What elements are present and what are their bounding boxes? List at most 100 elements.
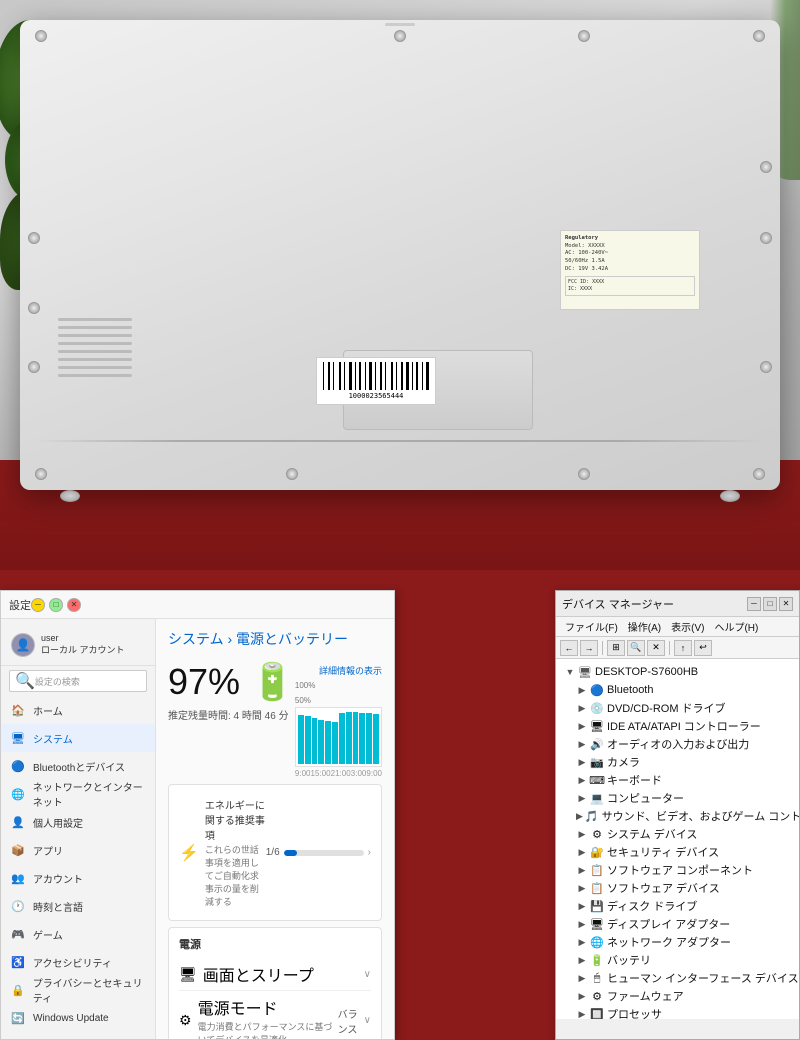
tree-item-battery[interactable]: ▶ 🔋 バッテリ [556, 951, 799, 969]
tree-item-dvd[interactable]: ▶ 💿 DVD/CD-ROM ドライブ [556, 699, 799, 717]
user-section: 👤 user ローカル アカウント [1, 627, 155, 666]
network2-label: ネットワーク アダプター [607, 934, 731, 950]
sidebar-item-network[interactable]: 🌐 ネットワークとインターネット [1, 780, 155, 808]
sidebar-item-personal[interactable]: 👤 個人用設定 [1, 808, 155, 836]
toolbar-properties[interactable]: ⊞ [607, 640, 625, 656]
root-expand-icon: ▼ [564, 666, 576, 678]
sidebar-item-privacy[interactable]: 🔒 プライバシーとセキュリティ [1, 976, 155, 1004]
menu-view[interactable]: 表示(V) [666, 619, 709, 634]
search-icon: 🔍 [15, 671, 35, 691]
display-expand-icon: ▶ [576, 918, 588, 930]
sidebar-item-bluetooth[interactable]: 🔵 Bluetoothとデバイス [1, 752, 155, 780]
tree-item-bluetooth[interactable]: ▶ 🔵 Bluetooth [556, 681, 799, 699]
tree-item-hid[interactable]: ▶ 🖱 ヒューマン インターフェース デバイス [556, 969, 799, 987]
settings-sidebar: 👤 user ローカル アカウント 🔍 設定の検索 🏠 ホーム [1, 619, 156, 1039]
camera-icon: 📷 [590, 755, 604, 769]
power-mode-row[interactable]: ⚙ 電源モード 電力消費とパフォーマンスに基づいてデバイスを最適化 バランス ∨ [179, 991, 371, 1039]
hid-expand-icon: ▶ [576, 972, 588, 984]
devmgr-maximize[interactable]: □ [763, 597, 777, 611]
power-section: 電源 🖥 画面とスリープ ∨ ⚙ 電源モード 電力消 [168, 927, 382, 1039]
devmgr-tree: ▼ 🖥 DESKTOP-S7600HB ▶ 🔵 Bluetooth ▶ 💿 DV… [556, 659, 799, 1019]
system-icon: 🖥 [11, 731, 25, 745]
settings-title-text: 設定 [9, 597, 31, 613]
keyboard-expand-icon: ▶ [576, 774, 588, 786]
devmgr-close[interactable]: ✕ [779, 597, 793, 611]
computer-expand-icon: ▶ [576, 792, 588, 804]
estimated-time: 推定残量時間: 4 時間 46 分 [168, 707, 295, 722]
audio-icon: 🔊 [590, 737, 604, 751]
camera-label: カメラ [607, 754, 640, 770]
tree-root[interactable]: ▼ 🖥 DESKTOP-S7600HB [556, 663, 799, 681]
sidebar-item-system[interactable]: 🖥 システム [1, 724, 155, 752]
close-button[interactable]: ✕ [67, 598, 81, 612]
hid-label: ヒューマン インターフェース デバイス [607, 970, 799, 986]
ide-label: IDE ATA/ATAPI コントローラー [607, 718, 761, 734]
system-expand-icon: ▶ [576, 828, 588, 840]
devmgr-minimize[interactable]: ─ [747, 597, 761, 611]
search-box[interactable]: 🔍 設定の検索 [9, 670, 147, 692]
tree-item-disk[interactable]: ▶ 💾 ディスク ドライブ [556, 897, 799, 915]
menu-file[interactable]: ファイル(F) [560, 619, 623, 634]
detail-link[interactable]: 詳細情報の表示 [319, 666, 382, 676]
tree-item-keyboard[interactable]: ▶ ⌨ キーボード [556, 771, 799, 789]
tree-item-firmware[interactable]: ▶ ⚙ ファームウェア [556, 987, 799, 1005]
graph-y-50: 50% [295, 696, 311, 705]
display-label: ディスプレイ アダプター [607, 916, 730, 932]
settings-window: 設定 ─ □ ✕ 👤 user ローカル アカウント [0, 590, 395, 1040]
tree-item-camera[interactable]: ▶ 📷 カメラ [556, 753, 799, 771]
screen-sleep-row[interactable]: 🖥 画面とスリープ ∨ [179, 958, 371, 991]
processor-icon: 🔲 [590, 1007, 604, 1019]
tree-item-display[interactable]: ▶ 🖥 ディスプレイ アダプター [556, 915, 799, 933]
accounts-icon: 👥 [11, 871, 25, 885]
toolbar-update[interactable]: ↑ [674, 640, 692, 656]
toolbar-scan[interactable]: 🔍 [627, 640, 645, 656]
devmgr-title: デバイス マネージャー [562, 596, 747, 612]
minimize-button[interactable]: ─ [31, 598, 45, 612]
devmgr-toolbar: ← → ⊞ 🔍 ✕ ↑ ↩ [556, 637, 799, 659]
sidebar-item-accessibility[interactable]: ♿ アクセシビリティ [1, 948, 155, 976]
audio-expand-icon: ▶ [576, 738, 588, 750]
system-label: システム デバイス [607, 826, 697, 842]
bluetooth-device-icon: 🔵 [590, 683, 604, 697]
tree-item-ide[interactable]: ▶ 🖥 IDE ATA/ATAPI コントローラー [556, 717, 799, 735]
tree-item-security[interactable]: ▶ 🔐 セキュリティ デバイス [556, 843, 799, 861]
settings-titlebar: 設定 ─ □ ✕ [1, 591, 394, 619]
ide-icon: 🖥 [590, 719, 604, 733]
toolbar-uninstall[interactable]: ✕ [647, 640, 665, 656]
screen-sleep-label: 画面とスリープ [203, 962, 314, 986]
sidebar-item-apps[interactable]: 📦 アプリ [1, 836, 155, 864]
battery2-label: バッテリ [607, 952, 651, 968]
sound-expand-icon: ▶ [576, 810, 583, 822]
sw-component-icon: 📋 [590, 863, 604, 877]
sidebar-item-games[interactable]: 🎮 ゲーム [1, 920, 155, 948]
maximize-button[interactable]: □ [49, 598, 63, 612]
privacy-icon: 🔒 [11, 983, 25, 997]
tree-item-network[interactable]: ▶ 🌐 ネットワーク アダプター [556, 933, 799, 951]
sidebar-item-time[interactable]: 🕐 時刻と言語 [1, 892, 155, 920]
avatar: 👤 [11, 633, 35, 657]
tree-item-sound[interactable]: ▶ 🎵 サウンド、ビデオ、およびゲーム コントローラー [556, 807, 799, 825]
menu-action[interactable]: 操作(A) [623, 619, 666, 634]
breadcrumb-system[interactable]: システム [168, 631, 224, 647]
breadcrumb: システム › 電源とバッテリー [168, 629, 382, 649]
disk-expand-icon: ▶ [576, 900, 588, 912]
computer-icon: 🖥 [578, 665, 592, 679]
tree-item-sw-device[interactable]: ▶ 📋 ソフトウェア デバイス [556, 879, 799, 897]
toolbar-forward[interactable]: → [580, 640, 598, 656]
tree-item-sw-component[interactable]: ▶ 📋 ソフトウェア コンポーネント [556, 861, 799, 879]
tree-item-processor[interactable]: ▶ 🔲 プロセッサ [556, 1005, 799, 1019]
power-mode-value: バランス [338, 1006, 360, 1036]
toolbar-rollback[interactable]: ↩ [694, 640, 712, 656]
sidebar-item-update[interactable]: 🔄 Windows Update [1, 1004, 155, 1032]
toolbar-back[interactable]: ← [560, 640, 578, 656]
search-placeholder: 設定の検索 [35, 675, 141, 688]
battery-percent-value: 97% [168, 661, 240, 703]
sidebar-item-accounts[interactable]: 👥 アカウント [1, 864, 155, 892]
tree-item-computer[interactable]: ▶ 💻 コンピューター [556, 789, 799, 807]
tree-item-system[interactable]: ▶ ⚙ システム デバイス [556, 825, 799, 843]
menu-help[interactable]: ヘルプ(H) [709, 619, 763, 634]
sidebar-item-home[interactable]: 🏠 ホーム [1, 696, 155, 724]
tree-item-audio[interactable]: ▶ 🔊 オーディオの入力および出力 [556, 735, 799, 753]
devmgr-titlebar: デバイス マネージャー ─ □ ✕ [556, 591, 799, 617]
power-mode-chevron: ∨ [364, 1015, 371, 1026]
